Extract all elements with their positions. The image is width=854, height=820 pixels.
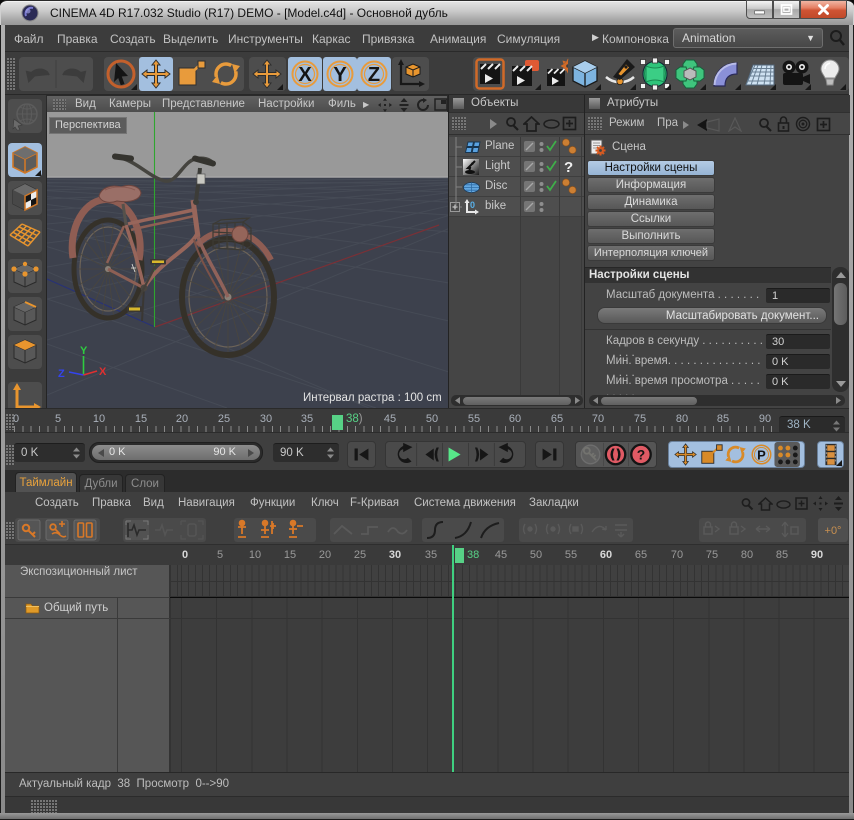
svg-text:+0°: +0°: [825, 525, 842, 537]
svg-text:Z: Z: [58, 368, 65, 380]
svg-text:P: P: [757, 448, 766, 463]
svg-text:X: X: [99, 366, 107, 378]
svg-text:0: 0: [470, 200, 475, 210]
svg-text:Z: Z: [368, 64, 380, 86]
svg-text:Y: Y: [80, 345, 88, 357]
svg-text:Y: Y: [333, 64, 347, 86]
svg-text:?: ?: [637, 447, 645, 463]
svg-text:X: X: [298, 64, 312, 86]
svg-text:?: ?: [564, 159, 573, 176]
